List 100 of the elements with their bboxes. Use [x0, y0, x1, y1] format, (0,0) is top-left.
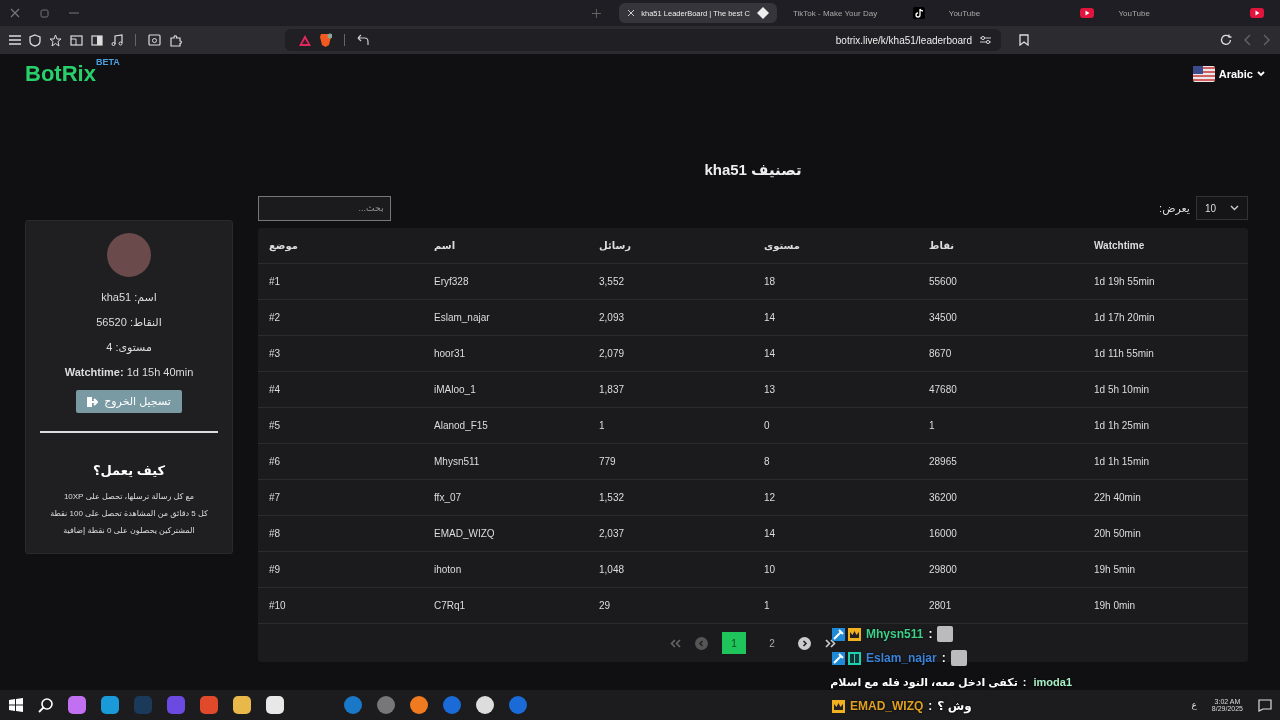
address-bar[interactable]: botrix.live/k/kha51/leaderboard — [285, 29, 1001, 51]
avatar-image — [107, 233, 151, 277]
table-cell-text: #10 — [268, 600, 287, 611]
back-icon[interactable] — [1244, 34, 1251, 46]
table-cell-text: #1 — [268, 276, 282, 287]
bookmark-icon[interactable] — [1019, 34, 1029, 46]
table-cell-text: EMAD_WIZQ — [433, 528, 496, 539]
chat-separator: : — [928, 627, 933, 641]
table-cell-text: #2 — [268, 312, 282, 323]
table-cell-text: 12 — [763, 492, 777, 503]
table-cell-text: 8 — [763, 456, 771, 467]
share-icon[interactable] — [357, 34, 369, 46]
table-cell-text: 2,093 — [598, 312, 626, 323]
triangle-icon[interactable] — [299, 34, 311, 46]
sidebar-icon[interactable] — [91, 34, 103, 46]
page-button[interactable]: 1 — [722, 632, 746, 654]
table-cell-text: 19h 5min — [1093, 564, 1137, 575]
table-cell-text: 2,037 — [598, 528, 626, 539]
table-cell-text: 14 — [763, 312, 777, 323]
reload-icon[interactable] — [1220, 34, 1232, 46]
table-cell-text: 2,079 — [598, 348, 626, 359]
per-page-dropdown[interactable]: 10 — [1195, 196, 1248, 220]
table-cell-text: 1 — [928, 420, 936, 431]
table-cell-text: Alanod_F15 — [433, 420, 489, 431]
info-text: المشتركين يحصلون على 0 نقطة إضافية — [63, 525, 195, 537]
sign-out-icon — [87, 396, 99, 407]
table-cell-text: #9 — [268, 564, 282, 575]
table-cell-text: 20h 50min — [1093, 528, 1142, 539]
table-cell-text: 8670 — [928, 348, 953, 359]
play-icon — [1250, 8, 1264, 18]
table-cell-text: 1d 1h 15min — [1093, 456, 1151, 467]
table-cell-text: 55600 — [928, 276, 958, 287]
table-cell-text: 18 — [763, 276, 777, 287]
last-page-icon[interactable] — [825, 638, 836, 648]
menu-icon[interactable] — [9, 35, 21, 45]
app-icon[interactable] — [410, 696, 428, 714]
table-cell-text: Eslam_najar — [433, 312, 491, 323]
table-cell-text: 10 — [763, 564, 777, 575]
shield-icon[interactable] — [29, 33, 41, 47]
language-selector[interactable]: Arabic — [1192, 66, 1265, 82]
new-tab-icon[interactable] — [592, 8, 602, 18]
table-cell-text: 22h 40min — [1093, 492, 1142, 503]
app-icon[interactable] — [266, 696, 284, 714]
table-cell-text: 19h 0min — [1093, 600, 1137, 611]
table-cell-text: 1d 17h 20min — [1093, 312, 1156, 323]
close-icon[interactable] — [627, 9, 636, 17]
screenshot-icon[interactable] — [148, 34, 161, 46]
column-header: موضع — [268, 240, 299, 251]
chat-separator: : — [1022, 676, 1027, 688]
window-icon[interactable] — [70, 34, 83, 46]
search-icon[interactable] — [38, 697, 53, 713]
next-page-icon[interactable] — [798, 636, 811, 650]
app-icon[interactable] — [476, 696, 494, 714]
table-cell-text: 29 — [598, 600, 612, 611]
beta-label: BETA — [95, 57, 120, 67]
notification-icon[interactable] — [1258, 698, 1272, 712]
close-icon[interactable] — [10, 8, 20, 18]
table-cell-text: 1,048 — [598, 564, 626, 575]
tab-title: YouTube — [948, 8, 982, 18]
table-cell-text: 779 — [598, 456, 617, 467]
tab-title: TikTok - Make Your Day — [792, 8, 879, 18]
chat-username: Mhysn511 — [866, 627, 924, 641]
input-language[interactable]: ع — [1191, 700, 1197, 710]
music-icon[interactable] — [111, 34, 123, 46]
chevron-down-icon — [1230, 205, 1239, 211]
puzzle-icon[interactable] — [169, 33, 182, 47]
column-header: مستوى — [763, 240, 801, 251]
windows-logo-icon[interactable] — [9, 698, 23, 712]
per-page-label: يعرض: — [1159, 201, 1190, 215]
table-cell-text: Eryf328 — [433, 276, 470, 287]
sliders-icon[interactable] — [980, 35, 991, 45]
chat-separator: : — [928, 699, 933, 713]
profile-detail: مستوى: 4 — [106, 341, 152, 354]
table-cell-text: #8 — [268, 528, 282, 539]
table-cell-text: 1d 5h 10min — [1093, 384, 1151, 395]
table-cell-text: 14 — [763, 528, 777, 539]
play-icon — [1080, 8, 1095, 18]
search-field[interactable]: بحث... — [258, 195, 391, 221]
table-cell-text: #3 — [268, 348, 282, 359]
restore-icon[interactable] — [40, 8, 49, 18]
table-cell-text: 2801 — [928, 600, 953, 611]
column-header: رسائل — [598, 240, 633, 251]
browser-tab[interactable]: TikTok - Make Your Day — [784, 3, 933, 23]
table-cell-text: 3,552 — [598, 276, 626, 287]
browser-tab[interactable]: YouTube — [940, 3, 1103, 23]
chat-username: Eslam_najar — [866, 651, 937, 665]
info-text: كل 5 دقائق من المشاهدة تحصل على 100 نقطة — [50, 508, 208, 520]
forward-icon[interactable] — [1263, 34, 1270, 46]
table-cell-text: Mhysn511 — [433, 456, 481, 467]
table-cell-text: 47680 — [928, 384, 958, 395]
browser-tab[interactable]: YouTube — [1110, 3, 1272, 23]
first-page-icon[interactable] — [670, 638, 681, 648]
table-cell-text: 29800 — [928, 564, 958, 575]
url-text: botrix.live/k/kha51/leaderboard — [834, 34, 972, 46]
table-cell-text: C7Rq1 — [433, 600, 467, 611]
star-icon[interactable] — [49, 33, 62, 47]
app-icon[interactable] — [233, 696, 251, 714]
section-heading: كيف يعمل؟ — [92, 463, 165, 478]
column-header: Watchtime — [1093, 240, 1146, 251]
page-button[interactable]: 2 — [760, 632, 784, 654]
